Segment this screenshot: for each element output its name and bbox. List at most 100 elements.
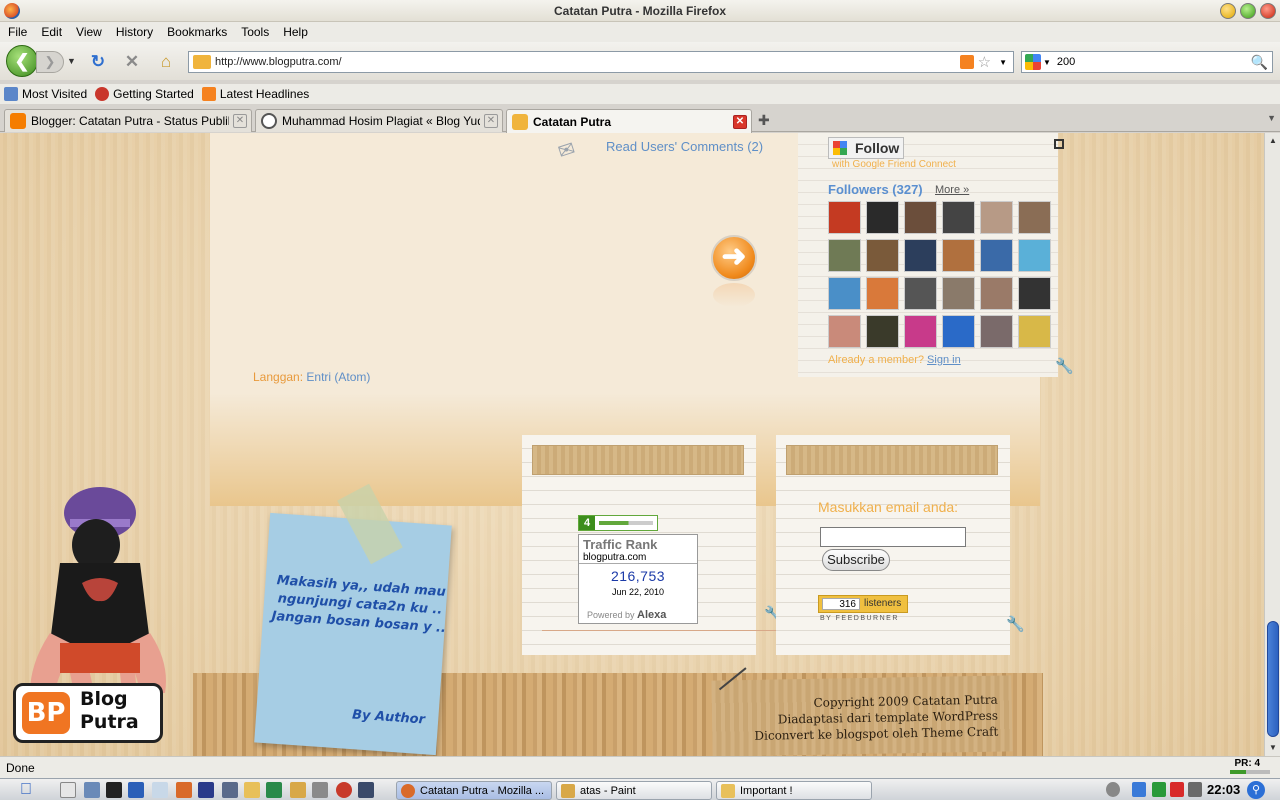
quicklaunch-globe-icon[interactable] (266, 782, 282, 798)
follower-avatar[interactable] (866, 277, 899, 310)
quicklaunch-computer-icon[interactable] (222, 782, 238, 798)
vertical-scrollbar[interactable]: ▲ ▼ (1264, 133, 1280, 756)
quicklaunch-desktop-icon[interactable] (358, 782, 374, 798)
quicklaunch-paint-icon[interactable] (290, 782, 306, 798)
scrollbar-thumb[interactable] (1267, 621, 1279, 737)
read-comments-link[interactable]: Read Users' Comments (2) (606, 139, 763, 154)
follower-avatar[interactable] (1018, 201, 1051, 234)
url-bar[interactable]: http://www.blogputra.com/ ☆ ▼ (188, 51, 1014, 73)
tab-blog-yudi[interactable]: Muhammad Hosim Plagiat « Blog Yudi ... ✕ (255, 109, 503, 132)
menu-edit[interactable]: Edit (41, 25, 62, 39)
close-tab-icon[interactable]: ✕ (233, 114, 247, 128)
home-icon[interactable]: ⌂ (156, 52, 176, 72)
bookmark-star-icon[interactable]: ☆ (978, 53, 991, 71)
follower-avatar[interactable] (828, 239, 861, 272)
forward-button[interactable]: ❯ (36, 51, 64, 73)
tray-volume-icon[interactable] (1188, 782, 1202, 797)
pagerank-indicator[interactable]: PR: 4 (1234, 758, 1260, 769)
search-engine-dropdown-icon[interactable]: ▼ (1043, 58, 1051, 67)
search-input[interactable]: 200 (1057, 56, 1251, 68)
quicklaunch-firefox-icon[interactable] (176, 782, 192, 798)
taskbar-firefox[interactable]: Catatan Putra - Mozilla ... (396, 781, 552, 800)
quicklaunch-folder-icon[interactable] (244, 782, 260, 798)
follower-avatar[interactable] (942, 315, 975, 348)
edit-widget-icon[interactable]: 🔧 (1006, 615, 1025, 633)
quicklaunch-notepad-icon[interactable] (152, 782, 168, 798)
quicklaunch-word-icon[interactable] (128, 782, 144, 798)
quicklaunch-close-icon[interactable] (60, 782, 76, 798)
follower-avatar[interactable] (866, 239, 899, 272)
url-text[interactable]: http://www.blogputra.com/ (215, 56, 960, 68)
blogputra-logo[interactable]: BP Blog Putra (13, 683, 163, 743)
edit-widget-icon[interactable]: 🔧 (1055, 357, 1074, 375)
follower-avatar[interactable] (828, 277, 861, 310)
followers-count[interactable]: Followers (327) (828, 182, 923, 197)
follower-avatar[interactable] (1018, 277, 1051, 310)
tray-battery-icon[interactable] (1152, 782, 1166, 797)
follower-avatar[interactable] (980, 315, 1013, 348)
atom-feed-link[interactable]: Entri (Atom) (306, 370, 370, 384)
follower-avatar[interactable] (1018, 315, 1051, 348)
follower-avatar[interactable] (904, 277, 937, 310)
tray-network-icon[interactable] (1132, 782, 1146, 797)
stop-icon[interactable]: ✕ (122, 52, 142, 72)
taskbar-paint[interactable]: atas - Paint (556, 781, 712, 800)
follower-avatar[interactable] (866, 201, 899, 234)
spotlight-search-icon[interactable]: ⚲ (1247, 781, 1265, 799)
minimize-button[interactable] (1220, 3, 1236, 19)
bookmark-getting-started[interactable]: Getting Started (95, 87, 194, 101)
follower-avatar[interactable] (828, 201, 861, 234)
tab-blogger[interactable]: Blogger: Catatan Putra - Status Publikas… (4, 109, 252, 132)
follower-avatar[interactable] (1018, 239, 1051, 272)
taskbar-clock[interactable]: 22:03 (1207, 782, 1240, 797)
bookmark-latest-headlines[interactable]: Latest Headlines (201, 87, 309, 101)
follower-avatar[interactable] (904, 239, 937, 272)
alexa-rank-badge[interactable]: 4 (578, 515, 658, 531)
maximize-button[interactable] (1240, 3, 1256, 19)
more-followers-link[interactable]: More » (935, 184, 969, 196)
tab-catatan-putra[interactable]: Catatan Putra ✕ (506, 109, 752, 133)
quicklaunch-tools-icon[interactable] (312, 782, 328, 798)
follower-avatar[interactable] (980, 239, 1013, 272)
taskbar-folder[interactable]: Important ! (716, 781, 872, 800)
google-search-engine-icon[interactable] (1025, 54, 1041, 70)
quicklaunch-network-icon[interactable] (84, 782, 100, 798)
alexa-traffic-card[interactable]: Traffic Rank blogputra.com 216,753 Jun 2… (578, 534, 698, 624)
scroll-up-icon[interactable]: ▲ (1265, 133, 1280, 149)
tray-back-icon[interactable] (1106, 782, 1120, 797)
menu-view[interactable]: View (76, 25, 102, 39)
bookmark-most-visited[interactable]: Most Visited (4, 87, 87, 101)
follower-avatar[interactable] (942, 239, 975, 272)
url-dropdown-icon[interactable]: ▼ (999, 58, 1007, 67)
follow-button[interactable]: Follow (828, 137, 904, 159)
quicklaunch-chrome-icon[interactable] (336, 782, 352, 798)
close-tab-icon[interactable]: ✕ (733, 114, 747, 129)
menu-history[interactable]: History (116, 25, 153, 39)
follower-avatar[interactable] (980, 201, 1013, 234)
quicklaunch-photoshop-icon[interactable] (198, 782, 214, 798)
popout-icon[interactable] (1054, 139, 1064, 149)
quicklaunch-cmd-icon[interactable] (106, 782, 122, 798)
subscribe-button[interactable]: Subscribe (822, 549, 890, 571)
close-tab-icon[interactable]: ✕ (484, 114, 498, 128)
tray-antivirus-icon[interactable] (1170, 782, 1184, 797)
feedburner-listeners-badge[interactable]: 316 listeners (818, 595, 908, 613)
follower-avatar[interactable] (980, 277, 1013, 310)
sign-in-link[interactable]: Sign in (927, 354, 961, 366)
menu-file[interactable]: File (8, 25, 27, 39)
reload-icon[interactable]: ↻ (88, 52, 108, 72)
new-tab-icon[interactable]: ✚ (758, 112, 770, 129)
next-arrow-button[interactable]: ➜ (711, 235, 757, 281)
search-bar[interactable]: ▼ 200 🔍 (1021, 51, 1273, 73)
menu-bookmarks[interactable]: Bookmarks (167, 25, 227, 39)
follower-avatar[interactable] (904, 315, 937, 348)
follower-avatar[interactable] (942, 201, 975, 234)
search-icon[interactable]: 🔍 (1251, 54, 1268, 71)
menu-help[interactable]: Help (283, 25, 308, 39)
follower-avatar[interactable] (942, 277, 975, 310)
menu-tools[interactable]: Tools (241, 25, 269, 39)
follower-avatar[interactable] (904, 201, 937, 234)
follower-avatar[interactable] (828, 315, 861, 348)
scroll-down-icon[interactable]: ▼ (1265, 740, 1280, 756)
start-menu-apple-icon[interactable]:  (16, 781, 36, 799)
